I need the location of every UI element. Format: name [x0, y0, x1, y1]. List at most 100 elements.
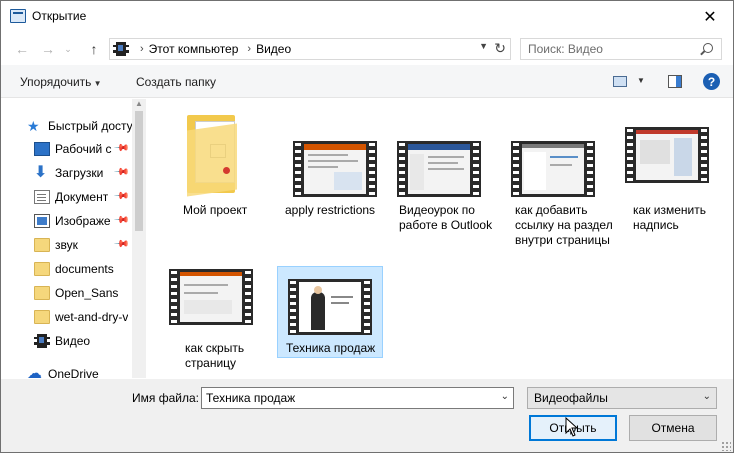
- cancel-button[interactable]: Отмена: [629, 415, 717, 441]
- chevron-down-icon[interactable]: ⌄: [703, 391, 711, 402]
- help-icon[interactable]: ?: [703, 73, 720, 90]
- filetype-value: Видеофайлы: [534, 391, 608, 405]
- mouse-cursor-icon: [565, 417, 579, 437]
- pin-icon: 📌: [112, 164, 130, 181]
- file-item-label: Видеоурок по работе в Outlook: [399, 203, 493, 232]
- navigation-bar: ← → ⌄ ↑ › Этот компьютер › Видео ▼ ↻: [1, 34, 733, 64]
- file-item-label: как изменить надпись: [633, 203, 706, 232]
- filename-combobox[interactable]: ⌄: [201, 387, 514, 409]
- file-item-label: Мой проект: [183, 203, 248, 217]
- file-item-video[interactable]: как добавить ссылку на раздел внутри стр…: [507, 107, 613, 247]
- video-folder-icon: [113, 42, 129, 56]
- pin-icon: 📌: [112, 236, 130, 253]
- file-item-video-selected[interactable]: Техника продаж: [277, 266, 383, 358]
- close-button[interactable]: ✕: [687, 1, 733, 32]
- breadcrumb-video[interactable]: Видео: [256, 42, 291, 56]
- refresh-icon[interactable]: ↻: [494, 40, 506, 57]
- resize-grip-icon[interactable]: [721, 441, 731, 451]
- file-item-video[interactable]: apply restrictions: [281, 107, 386, 217]
- documents-icon: [34, 190, 50, 204]
- scrollbar-thumb[interactable]: [135, 111, 143, 231]
- file-item-video[interactable]: как скрыть страницу: [159, 267, 264, 370]
- organize-button[interactable]: Упорядочить: [20, 75, 102, 89]
- file-item-label: как добавить ссылку на раздел внутри стр…: [515, 203, 613, 247]
- sidebar-item-documents-folder[interactable]: documents: [34, 258, 131, 280]
- window-title: Открытие: [32, 9, 87, 23]
- search-icon[interactable]: [703, 43, 713, 53]
- search-box[interactable]: [520, 38, 722, 60]
- sidebar-item-images[interactable]: Изображе 📌: [34, 210, 131, 232]
- change-view-icon[interactable]: [613, 76, 627, 87]
- video-thumbnail-icon: [397, 141, 481, 197]
- sidebar-item-quick-access[interactable]: ★ Быстрый досту: [27, 115, 146, 137]
- folder-icon: [34, 286, 50, 300]
- sidebar-item-wet-and-dry[interactable]: wet-and-dry-v: [34, 306, 131, 328]
- folder-icon: [34, 310, 50, 324]
- breadcrumb-this-pc[interactable]: Этот компьютер: [149, 42, 239, 56]
- file-item-label: Техника продаж: [286, 341, 376, 355]
- title-bar: Открытие ✕: [1, 1, 733, 33]
- filetype-select[interactable]: Видеофайлы ⌄: [527, 387, 717, 409]
- sidebar-item-downloads[interactable]: ⬇ Загрузки 📌: [34, 162, 131, 184]
- video-thumbnail-icon: [288, 279, 372, 335]
- video-thumbnail-icon: [169, 269, 253, 325]
- sidebar-item-label: Быстрый досту: [48, 119, 133, 133]
- sidebar-item-label: Open_Sans: [55, 286, 119, 300]
- sidebar-item-label: Рабочий с: [55, 142, 112, 156]
- pin-icon: 📌: [112, 188, 130, 205]
- desktop-icon: [34, 142, 50, 156]
- chevron-down-icon[interactable]: ⌄: [501, 391, 509, 402]
- navigation-pane: ★ Быстрый досту Рабочий с 📌 ⬇ Загрузки 📌…: [1, 99, 146, 378]
- app-window-icon: [10, 9, 26, 23]
- file-item-video[interactable]: как изменить надпись: [619, 107, 724, 232]
- sidebar-item-label: Загрузки: [55, 166, 104, 180]
- pin-icon: 📌: [112, 212, 130, 229]
- images-icon: [34, 214, 50, 228]
- pin-icon: 📌: [112, 140, 130, 157]
- sidebar-scrollbar[interactable]: ▲: [132, 99, 146, 378]
- back-arrow-icon[interactable]: ←: [13, 40, 31, 58]
- filename-input[interactable]: [206, 391, 486, 405]
- folder-icon: [34, 262, 50, 276]
- sidebar-item-onedrive[interactable]: ☁ OneDrive: [27, 363, 146, 378]
- sidebar-item-video[interactable]: Видео: [34, 330, 131, 352]
- chevron-right-icon[interactable]: ›: [140, 43, 144, 55]
- sidebar-item-label: звук: [55, 238, 78, 252]
- file-item-folder[interactable]: Мой проект: [169, 107, 274, 217]
- download-icon: ⬇: [34, 164, 48, 181]
- address-bar[interactable]: › Этот компьютер › Видео ▼ ↻: [109, 38, 511, 60]
- address-dropdown-icon[interactable]: ▼: [479, 41, 488, 51]
- video-thumbnail-icon: [625, 127, 709, 183]
- sidebar-item-label: wet-and-dry-v: [55, 310, 129, 324]
- command-bar: Упорядочить Создать папку ▼ ?: [1, 65, 733, 98]
- recent-locations-chevron-icon[interactable]: ⌄: [59, 40, 77, 58]
- sidebar-item-desktop[interactable]: Рабочий с 📌: [34, 138, 131, 160]
- up-arrow-icon[interactable]: ↑: [85, 40, 103, 58]
- preview-pane-icon[interactable]: [668, 75, 682, 88]
- sidebar-item-label: documents: [55, 262, 114, 276]
- sidebar-item-label: Видео: [55, 334, 91, 348]
- sidebar-item-documents[interactable]: Документ 📌: [34, 186, 131, 208]
- video-folder-icon: [34, 334, 50, 348]
- forward-arrow-icon[interactable]: →: [39, 40, 57, 58]
- folder-icon: [187, 115, 237, 197]
- new-folder-button[interactable]: Создать папку: [136, 75, 216, 89]
- search-input[interactable]: [528, 42, 698, 56]
- file-list: Мой проект apply restrictions Видеоурок …: [149, 99, 733, 378]
- dialog-footer: Имя файла: ⌄ Видеофайлы ⌄ Открыть Отмена: [1, 379, 733, 452]
- view-options-dropdown-icon[interactable]: ▼: [637, 76, 645, 85]
- folder-icon: [34, 238, 50, 252]
- sidebar-item-label: Изображе: [55, 214, 111, 228]
- sidebar-item-label: OneDrive: [48, 367, 99, 378]
- cloud-icon: ☁: [27, 365, 42, 378]
- file-item-video[interactable]: Видеоурок по работе в Outlook: [393, 107, 498, 232]
- open-dialog: Открытие ✕ ← → ⌄ ↑ › Этот компьютер › Ви…: [0, 0, 734, 453]
- sidebar-item-sound[interactable]: звук 📌: [34, 234, 131, 256]
- chevron-right-icon[interactable]: ›: [247, 43, 251, 55]
- video-thumbnail-icon: [293, 141, 377, 197]
- star-icon: ★: [27, 118, 40, 134]
- sidebar-item-open-sans[interactable]: Open_Sans: [34, 282, 131, 304]
- filename-label: Имя файла:: [132, 391, 199, 405]
- sidebar-item-label: Документ: [55, 190, 109, 204]
- scroll-up-arrow-icon[interactable]: ▲: [135, 99, 143, 108]
